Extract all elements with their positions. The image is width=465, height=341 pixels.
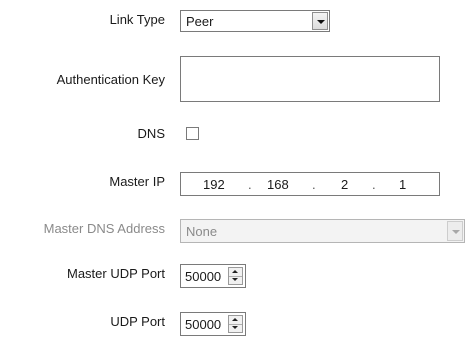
authentication-key-label: Authentication Key	[56, 72, 165, 87]
dns-label: DNS	[137, 126, 165, 141]
ip-separator-2: .	[312, 177, 316, 192]
link-type-value: Peer	[186, 14, 214, 29]
master-udp-port-spinner[interactable]: 50000	[180, 264, 246, 288]
arrow-down-icon	[232, 326, 238, 329]
master-ip-input[interactable]: 192 . 168 . 2 . 1	[180, 172, 440, 196]
master-ip-row: Master IP 192 . 168 . 2 . 1	[0, 170, 465, 196]
udp-port-row: UDP Port 50000	[0, 310, 465, 336]
udp-port-value[interactable]: 50000	[185, 317, 221, 333]
master-udp-port-spin-buttons	[228, 267, 243, 285]
udp-port-decrement-button[interactable]	[229, 324, 242, 332]
link-type-dropdown-button[interactable]	[312, 12, 328, 30]
master-dns-address-dropdown-button	[447, 221, 463, 241]
master-udp-port-decrement-button[interactable]	[229, 276, 242, 284]
udp-port-spinner[interactable]: 50000	[180, 312, 246, 336]
master-dns-address-value: None	[186, 224, 218, 239]
ip-octet-4[interactable]: 1	[399, 177, 406, 193]
authentication-key-row: Authentication Key	[0, 56, 465, 108]
master-udp-port-value[interactable]: 50000	[185, 269, 221, 285]
chevron-down-icon	[452, 230, 460, 234]
network-link-settings-form: Link Type Peer Authentication Key DNS Ma…	[0, 0, 465, 341]
ip-octet-3[interactable]: 2	[341, 177, 348, 193]
arrow-up-icon	[232, 270, 238, 273]
authentication-key-input[interactable]	[180, 56, 440, 102]
udp-port-label: UDP Port	[110, 314, 165, 329]
link-type-select[interactable]: Peer	[180, 10, 330, 32]
arrow-down-icon	[232, 278, 238, 281]
ip-separator-3: .	[372, 177, 376, 192]
dns-row: DNS	[0, 124, 465, 148]
master-udp-port-label: Master UDP Port	[66, 266, 165, 281]
dns-checkbox[interactable]	[186, 127, 199, 140]
master-ip-label: Master IP	[109, 174, 165, 189]
ip-octet-1[interactable]: 192	[203, 177, 225, 193]
link-type-row: Link Type Peer	[0, 8, 465, 34]
master-dns-address-select: None	[180, 219, 465, 243]
master-dns-address-label: Master DNS Address	[43, 221, 165, 236]
udp-port-spin-buttons	[228, 315, 243, 333]
master-udp-port-row: Master UDP Port 50000	[0, 262, 465, 288]
master-dns-address-row: Master DNS Address None	[0, 217, 465, 243]
ip-octet-2[interactable]: 168	[267, 177, 289, 193]
arrow-up-icon	[232, 318, 238, 321]
link-type-label: Link Type	[109, 12, 165, 27]
ip-separator-1: .	[248, 177, 252, 192]
chevron-down-icon	[317, 20, 325, 24]
